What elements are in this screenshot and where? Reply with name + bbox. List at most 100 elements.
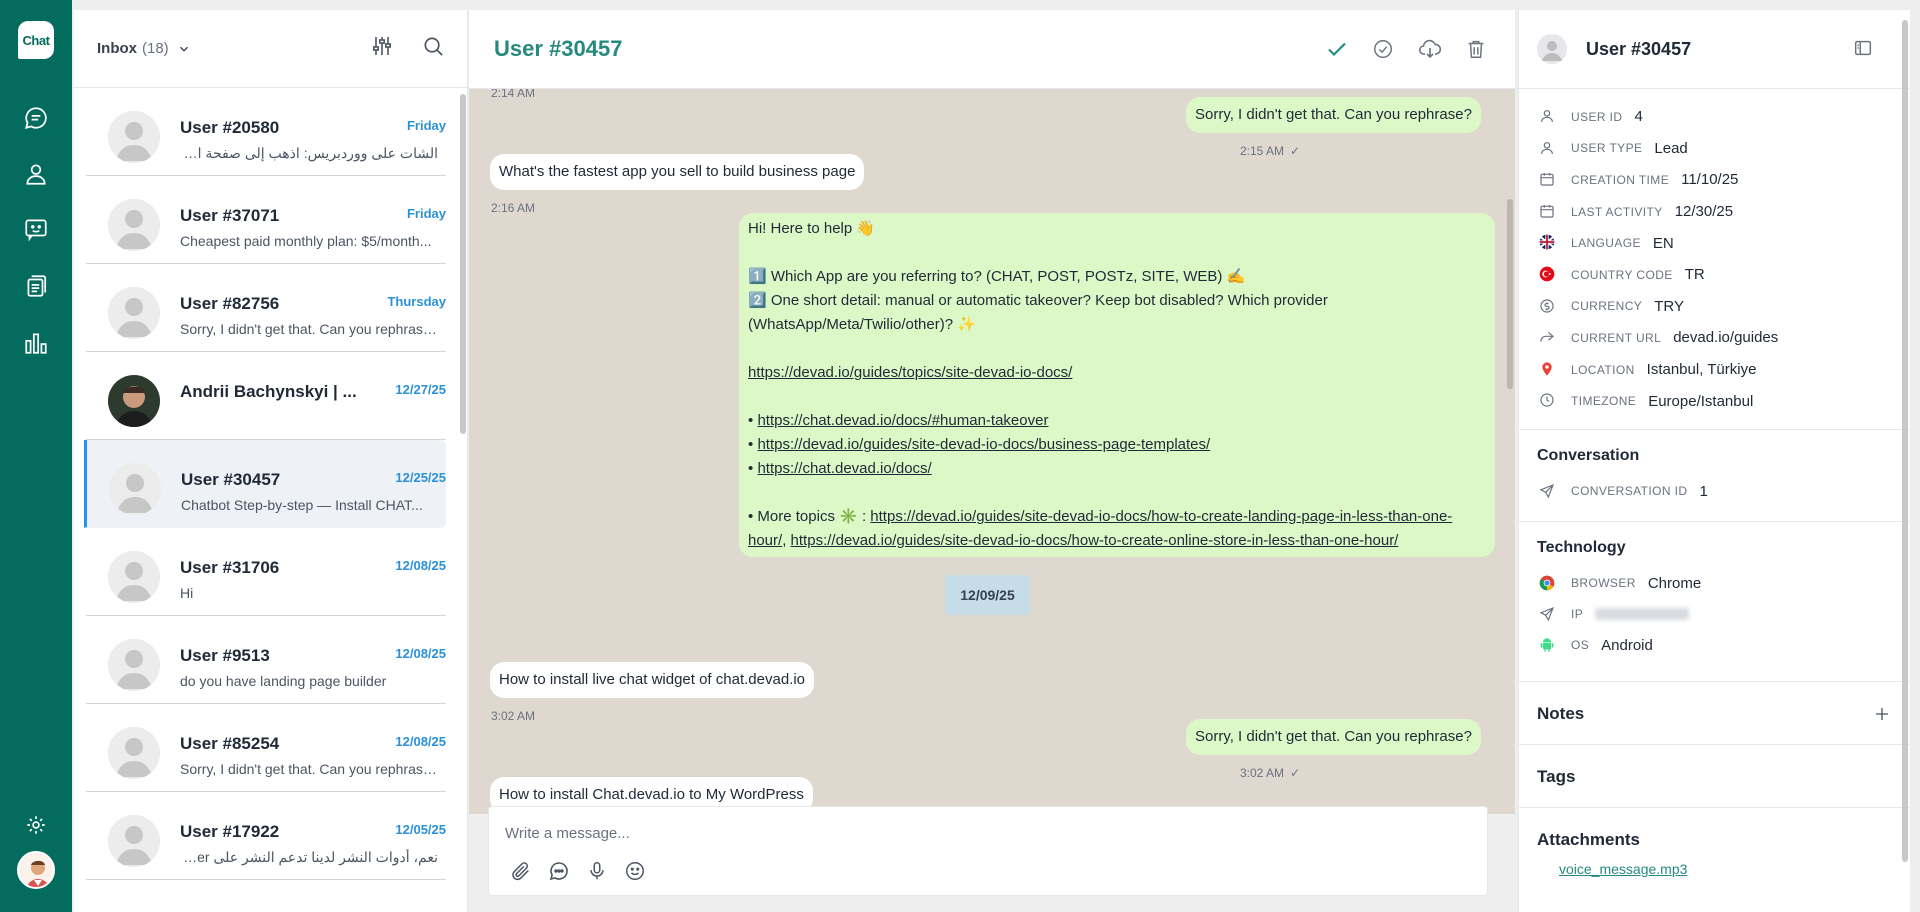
detail-value: Chrome [1647, 574, 1702, 592]
conversation-name: User #85254 [180, 734, 280, 753]
currency-icon [1538, 297, 1556, 315]
detail-label: LOCATION [1571, 362, 1635, 377]
conversation-item[interactable]: User #30457 12/25/25 Chatbot Step-by-step … [84, 440, 446, 528]
message-text: 1️⃣ Which App are you referring to? (CHA… [748, 268, 1246, 285]
conversation-item[interactable]: User #82756 Thursday Sorry, I didn't get t… [86, 264, 446, 352]
detail-row: OS Android [1519, 630, 1910, 661]
chatbot-icon[interactable] [21, 214, 51, 244]
settings-icon[interactable] [21, 810, 51, 840]
notes-section: Notes [1519, 680, 1910, 744]
message-link[interactable]: https://chat.devad.io/docs/#human-takeov… [757, 412, 1048, 429]
timestamp-text: 3:02 AM [1240, 766, 1285, 780]
detail-value: Android [1601, 636, 1653, 654]
logo-text: Chat [22, 32, 50, 48]
reports-icon[interactable] [21, 328, 51, 358]
details-user-name: User #30457 [1586, 38, 1692, 59]
search-icon[interactable] [422, 35, 445, 63]
detail-value: TRY [1654, 297, 1684, 315]
paperclip-icon[interactable] [509, 859, 533, 883]
conversation-name: User #37071 [180, 206, 280, 225]
detail-row: LANGUAGE EN [1519, 227, 1910, 259]
ip-redacted [1595, 608, 1690, 621]
detail-value: 4 [1634, 108, 1643, 126]
articles-icon[interactable] [21, 271, 51, 301]
thread-scrollbar[interactable] [1507, 199, 1513, 389]
avatar [108, 199, 160, 251]
conversation-item[interactable]: User #20580 Friday الشات على ووردبريس: اذه… [86, 88, 446, 176]
conversation-preview: Hi [180, 585, 194, 601]
avatar [108, 375, 160, 427]
message-bubble-outgoing: Sorry, I didn't get that. Can you rephra… [1186, 719, 1481, 755]
conversation-section: Conversation CONVERSATION ID 1 [1519, 428, 1910, 521]
filter-sliders-icon[interactable] [370, 34, 394, 63]
conversation-item[interactable]: Andrii Bachynskyi | ... 12/27/25 [86, 352, 446, 440]
technology-section: Technology BROWSER Chrome IP OS Android [1519, 520, 1910, 681]
conversation-date: Thursday [387, 294, 446, 309]
user-avatar [1537, 34, 1567, 64]
chevron-down-icon[interactable] [177, 41, 193, 57]
timestamp-text: 2:15 AM [1240, 144, 1285, 158]
detail-label: CONVERSATION ID [1571, 484, 1688, 499]
conversation-preview: Cheapest paid monthly plan: $5/month... [180, 233, 432, 249]
read-check-icon: ✓ [1290, 766, 1301, 780]
inbox-filter-label[interactable]: Inbox [97, 40, 137, 57]
conversation-name: User #9513 [180, 646, 270, 665]
message-link[interactable]: https://devad.io/guides/topics/site-deva… [748, 364, 1072, 381]
conversation-list: User #20580 Friday الشات على ووردبريس: اذه… [74, 88, 468, 912]
section-title: Conversation [1537, 446, 1640, 464]
users-icon[interactable] [21, 159, 51, 189]
conversation-preview: Sorry, I didn't get that. Can you rephra… [180, 321, 438, 337]
check-circle-icon[interactable] [1369, 35, 1397, 63]
detail-label: LANGUAGE [1571, 236, 1641, 251]
avatar [108, 111, 160, 163]
detail-label: USER ID [1571, 109, 1623, 124]
user-icon [1538, 139, 1556, 157]
conversation-name: User #30457 [181, 470, 281, 489]
microphone-icon[interactable] [585, 859, 609, 883]
conversation-date: Friday [406, 206, 446, 221]
cloud-download-icon[interactable] [1416, 35, 1444, 63]
details-scrollbar[interactable] [1902, 20, 1908, 862]
turkey-flag-icon [1538, 265, 1556, 283]
app-logo[interactable]: Chat [18, 21, 54, 59]
attachment-link[interactable]: voice_message.mp3 [1519, 861, 1910, 877]
user-details-panel: User #30457 USER ID 4 USER TYPE Lead CREATIO… [1518, 10, 1910, 912]
avatar [108, 551, 160, 603]
conversation-name: User #31706 [180, 558, 280, 577]
list-header: Inbox (18) [74, 10, 467, 88]
detail-row: IP [1519, 599, 1910, 630]
chat-panel: User #30457 2:14 AM Sorry, I didn't get … [469, 10, 1515, 912]
message-input[interactable] [505, 821, 1465, 845]
message-bubble-outgoing: Sorry, I didn't get that. Can you rephra… [1186, 97, 1481, 133]
message-timestamp: 3:02 AM ✓ [1240, 766, 1300, 780]
panel-toggle-icon[interactable] [1852, 37, 1874, 59]
share-icon [1538, 328, 1556, 346]
inbox-count: (18) [142, 40, 169, 57]
saved-replies-icon[interactable] [547, 859, 571, 883]
message-link[interactable]: https://chat.devad.io/docs/ [757, 460, 931, 477]
emoji-icon[interactable] [623, 859, 647, 883]
trash-icon[interactable] [1462, 35, 1490, 63]
detail-row: CURRENCY TRY [1519, 291, 1910, 323]
conversation-item[interactable]: User #31706 12/08/25 Hi [86, 528, 446, 616]
detail-row: TIMEZONE Europe/Istanbul [1519, 385, 1910, 417]
conversations-icon[interactable] [21, 103, 51, 133]
conversation-item[interactable]: User #85254 12/08/25 Sorry, I didn't get t… [86, 704, 446, 792]
message-link[interactable]: https://devad.io/guides/site-devad-io-do… [791, 532, 1399, 549]
section-title: Tags [1537, 766, 1576, 786]
attachments-section: Attachments voice_message.mp3 [1519, 806, 1910, 877]
message-bubble-incoming: How to install live chat widget of chat.… [490, 662, 814, 698]
check-icon[interactable] [1323, 35, 1351, 63]
list-scrollbar[interactable] [460, 94, 466, 434]
conversation-item[interactable]: User #37071 Friday Cheapest paid monthly p… [86, 176, 446, 264]
conversation-item[interactable]: User #9513 12/08/25 do you have landing pa… [86, 616, 446, 704]
message-timestamp: 3:02 AM [491, 709, 536, 723]
user-icon [1538, 107, 1556, 125]
add-note-icon[interactable] [1873, 705, 1891, 723]
conversation-item[interactable]: User #17922 12/05/25 نعم، أدوات النشر لدين… [86, 792, 446, 880]
message-link[interactable]: https://devad.io/guides/site-devad-io-do… [757, 436, 1210, 453]
conversation-preview: نعم، أدوات النشر لدينا تدعم النشر على Tw… [180, 849, 438, 865]
detail-value: devad.io/guides [1673, 329, 1779, 347]
message-text: • More topics ✳️ : [748, 508, 867, 525]
agent-avatar[interactable] [17, 851, 55, 889]
